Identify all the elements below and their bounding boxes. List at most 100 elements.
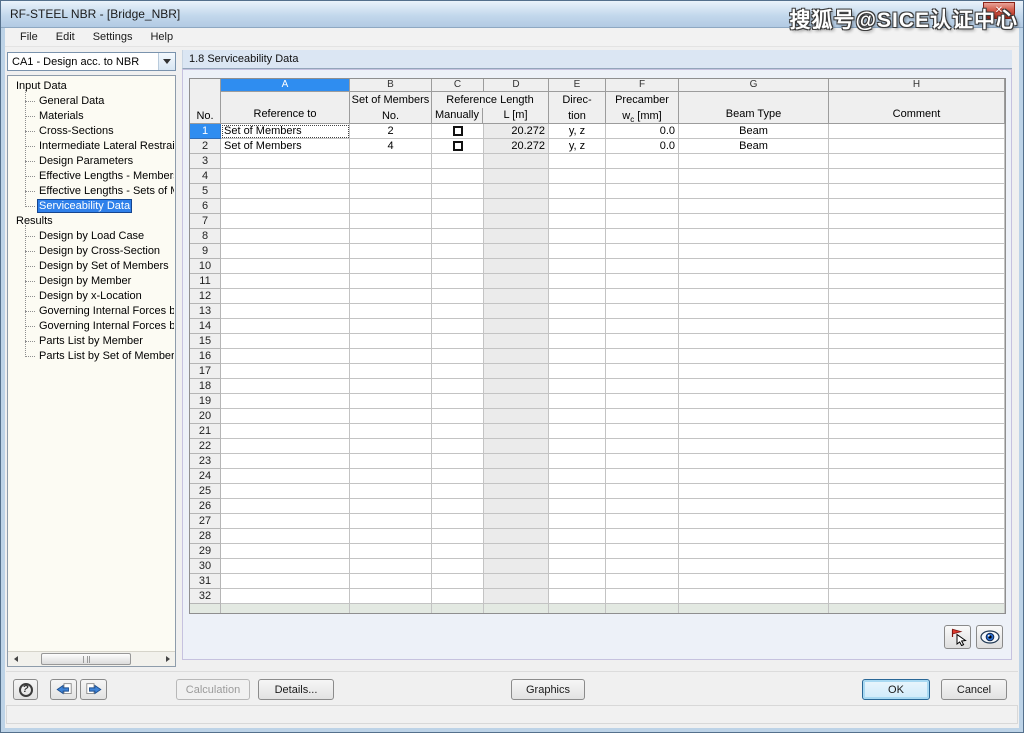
- cell-comment[interactable]: [829, 424, 1005, 439]
- tree-item-design-by-member[interactable]: Design by Member: [25, 274, 174, 289]
- row-number-9[interactable]: 9: [190, 244, 221, 259]
- manually-checkbox[interactable]: [453, 141, 463, 151]
- cell-reference-to[interactable]: [221, 484, 350, 499]
- cell-precamber[interactable]: 0.0: [606, 124, 679, 139]
- row-number-7[interactable]: 7: [190, 214, 221, 229]
- cell-set-of-members-no[interactable]: [350, 199, 432, 214]
- cell-direction[interactable]: [549, 319, 606, 334]
- cell-manually[interactable]: [432, 574, 484, 589]
- cell-reference-to[interactable]: [221, 289, 350, 304]
- cell-set-of-members-no[interactable]: 4: [350, 139, 432, 154]
- cell-beam-type[interactable]: [679, 244, 829, 259]
- tree-section-input-data[interactable]: Input Data: [12, 79, 174, 94]
- combo-dropdown-button[interactable]: [158, 53, 175, 70]
- cell-set-of-members-no[interactable]: [350, 289, 432, 304]
- cell-manually[interactable]: [432, 139, 484, 154]
- cell-manually[interactable]: [432, 334, 484, 349]
- cell-comment[interactable]: [829, 469, 1005, 484]
- cell-manually[interactable]: [432, 514, 484, 529]
- row-number-31[interactable]: 31: [190, 574, 221, 589]
- cell-beam-type[interactable]: [679, 514, 829, 529]
- cell-set-of-members-no[interactable]: [350, 544, 432, 559]
- tree-item-design-by-cross-section[interactable]: Design by Cross-Section: [25, 244, 174, 259]
- cell-reference-to[interactable]: [221, 304, 350, 319]
- cell-precamber[interactable]: [606, 529, 679, 544]
- cell-beam-type[interactable]: [679, 349, 829, 364]
- tree-item-intermediate-lateral-restraints[interactable]: Intermediate Lateral Restraints: [25, 139, 174, 154]
- cell-reference-to[interactable]: [221, 319, 350, 334]
- calculation-button[interactable]: Calculation: [176, 679, 250, 700]
- row-number-8[interactable]: 8: [190, 229, 221, 244]
- column-letter-f[interactable]: F: [606, 79, 679, 92]
- row-number-19[interactable]: 19: [190, 394, 221, 409]
- column-letter-g[interactable]: G: [679, 79, 829, 92]
- cell-direction[interactable]: [549, 169, 606, 184]
- cell-manually[interactable]: [432, 349, 484, 364]
- cell-direction[interactable]: [549, 259, 606, 274]
- row-number-4[interactable]: 4: [190, 169, 221, 184]
- row-number-5[interactable]: 5: [190, 184, 221, 199]
- menu-item-help[interactable]: Help: [141, 29, 182, 45]
- cell-direction[interactable]: [549, 454, 606, 469]
- cell-set-of-members-no[interactable]: [350, 559, 432, 574]
- cell-precamber[interactable]: [606, 379, 679, 394]
- cell-direction[interactable]: [549, 514, 606, 529]
- cell-precamber[interactable]: [606, 469, 679, 484]
- cell-precamber[interactable]: [606, 229, 679, 244]
- cell-precamber[interactable]: [606, 169, 679, 184]
- tree-item-effective-lengths-members[interactable]: Effective Lengths - Members: [25, 169, 174, 184]
- cell-beam-type[interactable]: [679, 574, 829, 589]
- cell-comment[interactable]: [829, 259, 1005, 274]
- cell-precamber[interactable]: [606, 424, 679, 439]
- cell-comment[interactable]: [829, 514, 1005, 529]
- details-button[interactable]: Details...: [258, 679, 334, 700]
- tree-item-design-parameters[interactable]: Design Parameters: [25, 154, 174, 169]
- cell-precamber[interactable]: [606, 349, 679, 364]
- cell-direction[interactable]: [549, 214, 606, 229]
- cell-reference-to[interactable]: [221, 379, 350, 394]
- cell-direction[interactable]: [549, 424, 606, 439]
- cell-beam-type[interactable]: [679, 529, 829, 544]
- row-number-30[interactable]: 30: [190, 559, 221, 574]
- cell-reference-to[interactable]: [221, 349, 350, 364]
- cell-comment[interactable]: [829, 184, 1005, 199]
- cell-comment[interactable]: [829, 439, 1005, 454]
- cell-comment[interactable]: [829, 544, 1005, 559]
- cell-comment[interactable]: [829, 169, 1005, 184]
- cell-direction[interactable]: [549, 469, 606, 484]
- cell-comment[interactable]: [829, 589, 1005, 604]
- cell-comment[interactable]: [829, 574, 1005, 589]
- tree-section-results[interactable]: Results: [12, 214, 174, 229]
- row-number-12[interactable]: 12: [190, 289, 221, 304]
- cell-reference-to[interactable]: Set of Members: [221, 139, 350, 154]
- menu-item-settings[interactable]: Settings: [84, 29, 142, 45]
- cell-comment[interactable]: [829, 319, 1005, 334]
- row-number-15[interactable]: 15: [190, 334, 221, 349]
- cell-direction[interactable]: [549, 334, 606, 349]
- cell-set-of-members-no[interactable]: [350, 484, 432, 499]
- tree-item-governing-internal-forces-by-m[interactable]: Governing Internal Forces by M: [25, 304, 174, 319]
- cell-set-of-members-no[interactable]: [350, 274, 432, 289]
- row-number-1[interactable]: 1: [190, 124, 221, 139]
- tree-item-design-by-load-case[interactable]: Design by Load Case: [25, 229, 174, 244]
- cell-comment[interactable]: [829, 214, 1005, 229]
- cell-precamber[interactable]: [606, 574, 679, 589]
- cell-set-of-members-no[interactable]: [350, 589, 432, 604]
- column-letter-h[interactable]: H: [829, 79, 1005, 92]
- cell-beam-type[interactable]: [679, 289, 829, 304]
- tree-item-effective-lengths-sets-of-mer[interactable]: Effective Lengths - Sets of Mer: [25, 184, 174, 199]
- cell-precamber[interactable]: [606, 559, 679, 574]
- manually-checkbox[interactable]: [453, 126, 463, 136]
- cell-reference-to[interactable]: [221, 214, 350, 229]
- cell-reference-to[interactable]: [221, 559, 350, 574]
- cell-set-of-members-no[interactable]: [350, 184, 432, 199]
- cell-direction[interactable]: [549, 394, 606, 409]
- row-number-11[interactable]: 11: [190, 274, 221, 289]
- cell-manually[interactable]: [432, 259, 484, 274]
- cell-direction[interactable]: [549, 574, 606, 589]
- cell-comment[interactable]: [829, 199, 1005, 214]
- cancel-button[interactable]: Cancel: [941, 679, 1007, 700]
- row-number-23[interactable]: 23: [190, 454, 221, 469]
- cell-reference-to[interactable]: [221, 499, 350, 514]
- cell-set-of-members-no[interactable]: [350, 229, 432, 244]
